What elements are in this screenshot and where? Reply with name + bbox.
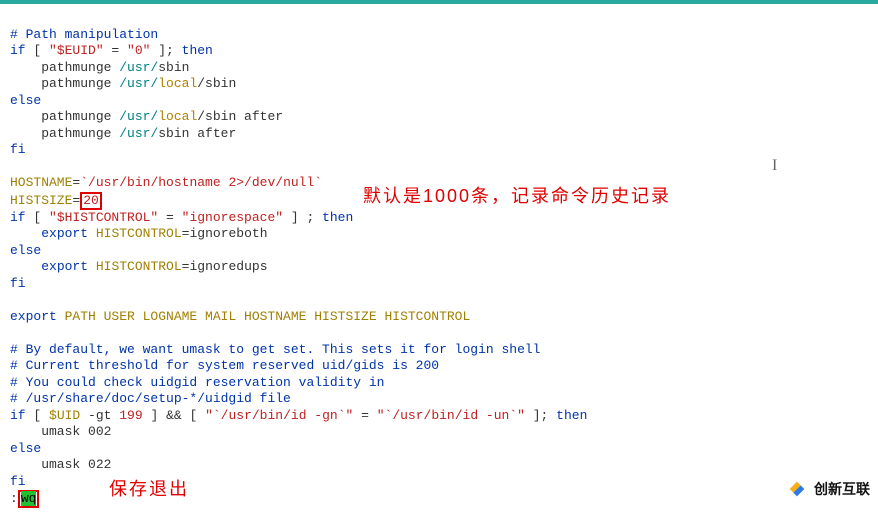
logo-icon xyxy=(786,478,808,500)
annotation-histsize: 默认是1000条，记录命令历史记录 xyxy=(363,188,671,205)
annotation-save-exit: 保存退出 xyxy=(109,481,189,498)
comment-line: # By default, we want umask to get set. … xyxy=(10,342,541,357)
watermark: 创新互联 xyxy=(786,478,870,500)
text-cursor-icon: I xyxy=(772,158,777,175)
keyword-if: if xyxy=(10,43,26,58)
var-hostname: HOSTNAME xyxy=(10,175,72,190)
keyword-fi: fi xyxy=(10,142,26,157)
comment-line: # Current threshold for system reserved … xyxy=(10,358,439,373)
keyword-else: else xyxy=(10,93,41,108)
watermark-text: 创新互联 xyxy=(814,481,870,498)
var-histsize: HISTSIZE xyxy=(10,193,72,208)
code-editor[interactable]: # Path manipulation if [ "$EUID" = "0" ]… xyxy=(0,4,878,514)
comment-line: # /usr/share/doc/setup-*/uidgid file xyxy=(10,391,291,406)
comment-line: # Path manipulation xyxy=(10,27,158,42)
histsize-value-box: 20 xyxy=(80,192,102,210)
comment-line: # You could check uidgid reservation val… xyxy=(10,375,384,390)
wq-command-box: wq xyxy=(18,490,40,508)
keyword-export: export xyxy=(10,309,57,324)
